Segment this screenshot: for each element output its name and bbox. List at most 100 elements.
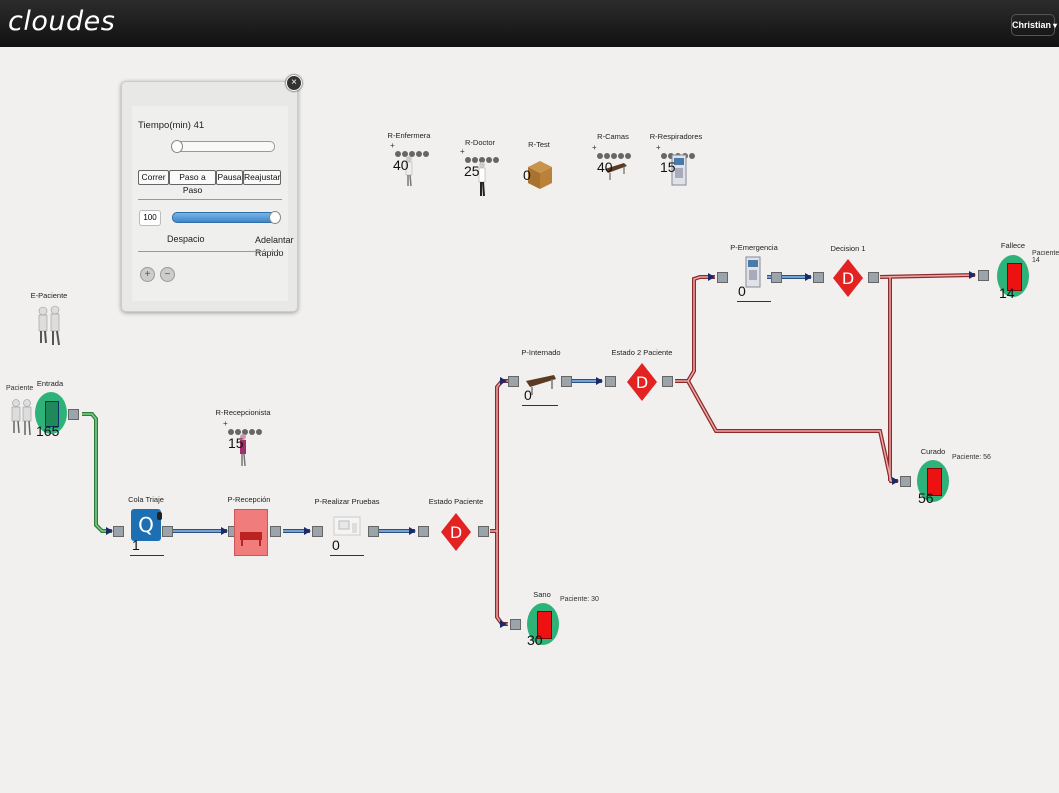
flow-lines-blue-inner: [168, 276, 811, 532]
port-pruebas-out[interactable]: [368, 526, 379, 537]
port-entrada-out[interactable]: [68, 409, 79, 420]
reset-button[interactable]: Reajustar: [243, 170, 281, 185]
run-button[interactable]: Correr: [138, 170, 169, 185]
svg-text:D: D: [842, 269, 854, 288]
simulation-control-panel: Tiempo(min) 41 Correr Paso a Paso Pausa …: [121, 81, 298, 312]
p-internado-count: 0: [524, 387, 532, 403]
resource-plus[interactable]: +: [223, 419, 228, 428]
resource-dots: [228, 422, 263, 435]
plus-icon[interactable]: +: [140, 267, 155, 282]
close-icon[interactable]: ×: [286, 75, 302, 91]
queue-indicator: [157, 512, 162, 520]
resource-count-doctor: 25: [464, 163, 480, 179]
port-cola-out[interactable]: [162, 526, 173, 537]
resource-plus[interactable]: +: [390, 141, 395, 150]
cola-underline: [130, 555, 164, 556]
sano-note: Paciente: 30: [560, 596, 599, 603]
top-bar: cloudes Christian ▾: [0, 0, 1059, 47]
flow-lines-blue: [168, 275, 811, 533]
speed-fast-label: Adelantar Rápido: [255, 235, 294, 258]
panel-body: Tiempo(min) 41 Correr Paso a Paso Pausa …: [132, 106, 294, 301]
speed-slider-handle[interactable]: [269, 211, 281, 224]
node-label-entrada: Entrada: [36, 379, 64, 388]
divider: [138, 251, 282, 252]
port-estado-in[interactable]: [418, 526, 429, 537]
resource-label-camas: R-Camas: [597, 132, 629, 141]
node-label-p-internado: P-Internado: [521, 348, 561, 357]
node-label-p-pruebas: P-Realizar Pruebas: [314, 497, 380, 506]
resource-label-recepcionista: R-Recepcionista: [215, 408, 271, 417]
internado-underline: [522, 405, 558, 406]
user-name: Christian: [1012, 20, 1052, 30]
port-curado-in[interactable]: [900, 476, 911, 487]
node-side-label-paciente: Paciente: [6, 385, 34, 392]
time-slider-track[interactable]: [171, 140, 275, 153]
node-label-estado-paciente: Estado Paciente: [428, 497, 484, 506]
resource-label-respiradores: R-Respiradores: [649, 132, 703, 141]
flow-line-entrada-cola: [82, 412, 112, 533]
resource-count-enfermera: 40: [393, 157, 409, 173]
resource-count-recepcionista: 15: [228, 435, 244, 451]
speed-value-field[interactable]: 100: [139, 210, 161, 226]
resource-label-doctor: R-Doctor: [464, 138, 496, 147]
time-slider-handle[interactable]: [171, 140, 183, 153]
node-label-e-paciente: E-Paciente: [30, 291, 68, 300]
decision-diamond-icon[interactable]: D: [833, 259, 863, 297]
node-label-p-recepcion: P-Recepción: [227, 495, 271, 504]
resource-plus[interactable]: +: [592, 143, 597, 152]
resource-dots: [597, 146, 632, 159]
resource-dots: [465, 150, 500, 163]
speed-slider-track[interactable]: [172, 211, 281, 224]
resource-plus[interactable]: +: [656, 143, 661, 152]
node-label-decision1: Decision 1: [830, 244, 866, 253]
people-icon[interactable]: [34, 305, 66, 347]
port-emergencia-out[interactable]: [771, 272, 782, 283]
svg-text:D: D: [450, 523, 462, 542]
flow-lines-red: [490, 273, 976, 626]
svg-text:D: D: [636, 373, 648, 392]
step-button[interactable]: Paso a Paso: [169, 170, 216, 195]
port-fallece-in[interactable]: [978, 270, 989, 281]
reception-desk-icon[interactable]: [234, 509, 268, 556]
port-sano-in[interactable]: [510, 619, 521, 630]
p-emergencia-count: 0: [738, 283, 746, 299]
divider: [138, 199, 282, 200]
people-group-icon: [8, 397, 36, 437]
port-decision1-in[interactable]: [813, 272, 824, 283]
pruebas-underline: [330, 555, 364, 556]
p-pruebas-count: 0: [332, 537, 340, 553]
resource-dots: [395, 144, 430, 157]
entrada-count: 165: [36, 423, 60, 439]
time-readout: Tiempo(min) 41: [138, 120, 204, 131]
time-label: Tiempo(min): [138, 120, 191, 131]
port-estado-out[interactable]: [478, 526, 489, 537]
node-label-sano: Sano: [533, 590, 551, 599]
port-estado2-in[interactable]: [605, 376, 616, 387]
port-estado2-out[interactable]: [662, 376, 673, 387]
port-internado-in[interactable]: [508, 376, 519, 387]
port-decision1-out[interactable]: [868, 272, 879, 283]
app-logo[interactable]: cloudes: [8, 6, 115, 37]
time-value: 41: [193, 120, 205, 131]
cola-triaje-count: 1: [132, 537, 140, 553]
decision-diamond-icon[interactable]: D: [627, 363, 657, 401]
sano-count: 30: [527, 632, 543, 648]
user-menu-button[interactable]: Christian ▾: [1011, 14, 1057, 36]
port-cola-in[interactable]: [113, 526, 124, 537]
pause-button[interactable]: Pausa: [216, 170, 243, 185]
minus-icon[interactable]: −: [160, 267, 175, 282]
port-recepcion-out[interactable]: [270, 526, 281, 537]
decision-diamond-icon[interactable]: D: [441, 513, 471, 551]
resource-plus[interactable]: +: [460, 147, 465, 156]
port-emergencia-in[interactable]: [717, 272, 728, 283]
fallece-count: 14: [999, 285, 1015, 301]
flow-lines-red-inner: [490, 274, 976, 625]
port-pruebas-in[interactable]: [312, 526, 323, 537]
curado-count: 56: [918, 490, 934, 506]
node-label-estado2: Estado 2 Paciente: [611, 348, 673, 357]
emergencia-underline: [737, 301, 771, 302]
node-label-curado: Curado: [920, 447, 946, 456]
fallece-note: Paciente: 14: [1032, 250, 1059, 264]
port-internado-out[interactable]: [561, 376, 572, 387]
ventilator-icon[interactable]: [743, 255, 763, 291]
